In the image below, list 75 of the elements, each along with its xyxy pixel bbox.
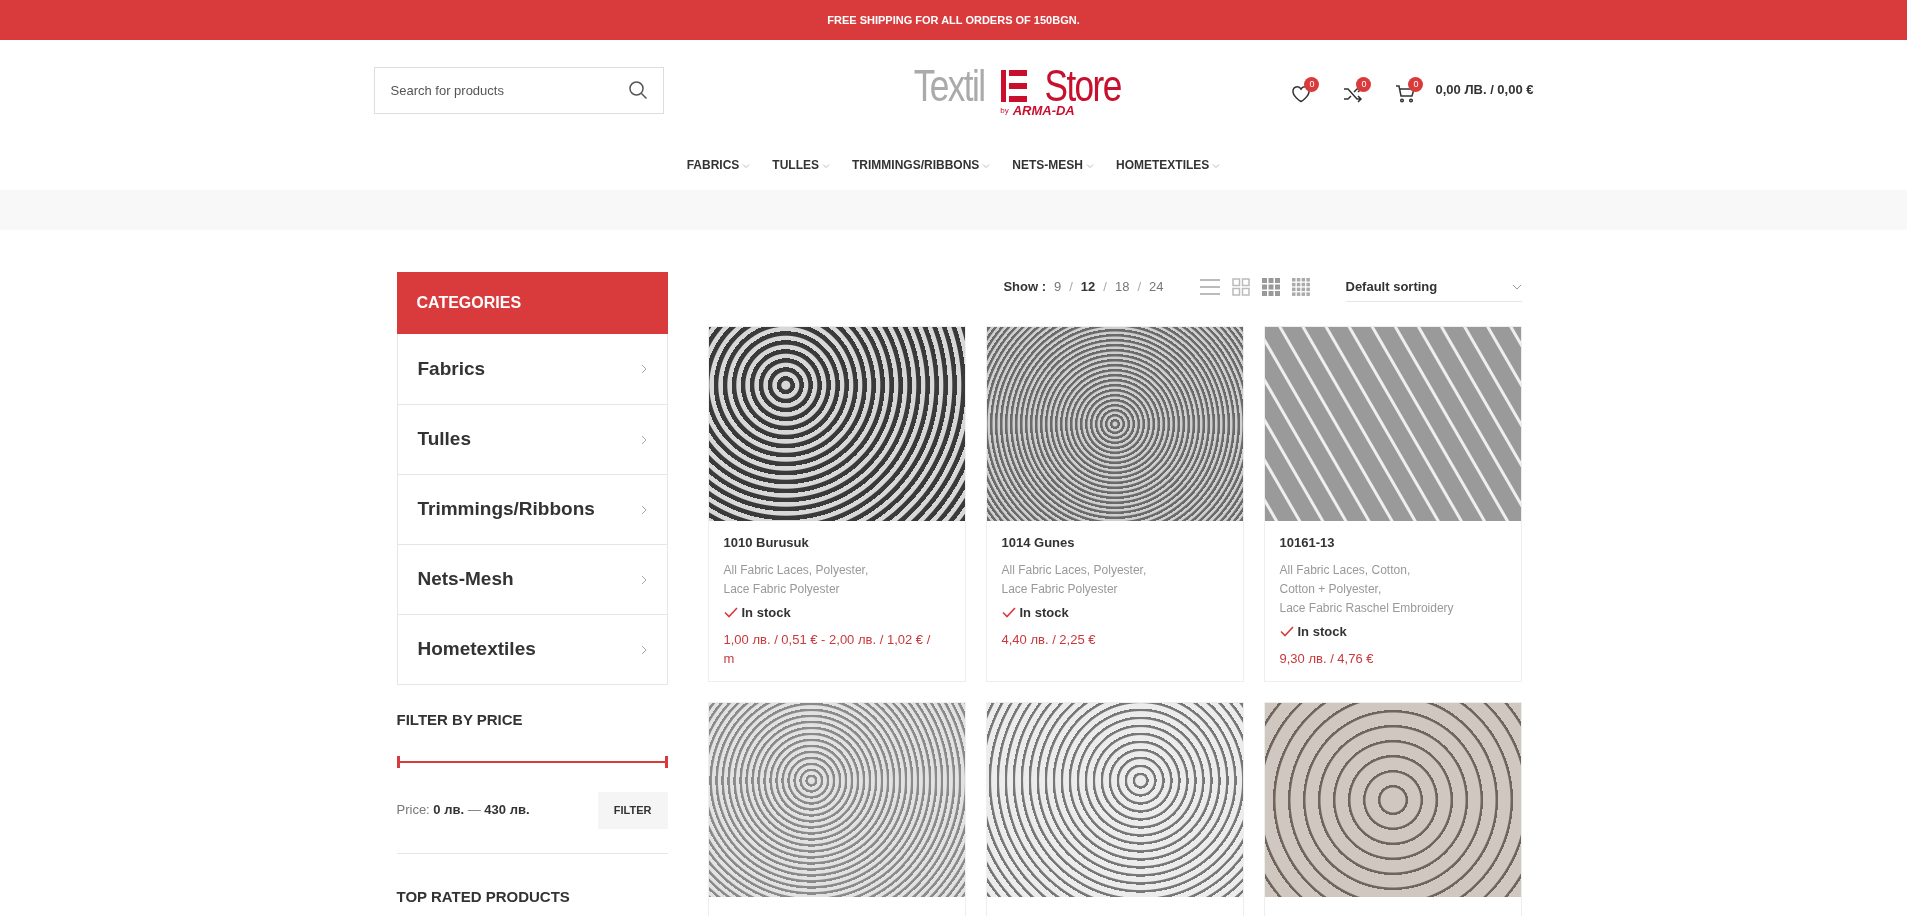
- count-badge: 0: [1304, 77, 1320, 92]
- chevron-down-icon: [742, 162, 751, 169]
- separator-text: /: [1137, 278, 1142, 297]
- nav-link[interactable]: TULLES: [772, 156, 830, 174]
- checkmark-icon: [1279, 625, 1294, 637]
- list-view-icon[interactable]: [1199, 278, 1220, 296]
- chevron-right-icon: [640, 574, 647, 585]
- cart-icon: [1395, 85, 1416, 103]
- checkmark-icon: [1001, 606, 1016, 618]
- grid-view-icon[interactable]: [1261, 278, 1280, 296]
- category-link[interactable]: Tulles: [397, 404, 667, 474]
- per-page-option[interactable]: 9: [1054, 277, 1062, 297]
- grid-view-icon[interactable]: [1291, 278, 1310, 296]
- logo-word: Textil: [913, 63, 985, 108]
- category-link[interactable]: Fabrics: [397, 334, 667, 404]
- filter-title: FILTER BY PRICE: [396, 710, 524, 730]
- product-categories: All Fabric Laces, Cotton, Cotton + Polyester, Lace Fabric Raschel Embroidery: [1279, 561, 1455, 617]
- stock-status: In stock: [741, 603, 791, 622]
- nav-link[interactable]: TRIMMINGS/RIBBONS: [852, 156, 991, 174]
- logo-mark-icon: [1001, 69, 1028, 102]
- product-price: 1,00 лв. / 0,51 € - 2,00 лв. / 1,02 € / m: [723, 631, 932, 668]
- grid-view-icon[interactable]: [1231, 278, 1250, 296]
- sorting-select[interactable]: Default sorting: [1345, 272, 1522, 302]
- chevron-down-icon: [1086, 162, 1094, 169]
- chevron-right-icon: [640, 364, 647, 374]
- product-categories: All Fabric Laces, Polyester, Lace Fabric Polyester: [1001, 561, 1148, 598]
- compare-button[interactable]: 0: [1343, 77, 1372, 103]
- product-price: 4,40 лв. / 2,25 €: [1001, 631, 1097, 649]
- fabric-photo-placeholder[interactable]: [986, 327, 1243, 521]
- checkmark-icon: [723, 606, 738, 618]
- chevron-right-icon: [640, 434, 647, 445]
- filter-button[interactable]: FILTER: [597, 791, 668, 829]
- count-badge: 0: [1408, 77, 1424, 92]
- separator-text: /: [1103, 278, 1107, 297]
- product-categories: All Fabric Laces, Polyester, Lace Fabric Polyester: [723, 561, 870, 598]
- nav-link[interactable]: FABRICS: [686, 156, 751, 174]
- wishlist-button[interactable]: 0: [1291, 77, 1320, 103]
- store-logo[interactable]: Textil Store by ARMA-DA: [904, 63, 1131, 117]
- chevron-right-icon: [640, 504, 647, 515]
- category-link[interactable]: Nets-Mesh: [397, 544, 667, 614]
- product-price: 9,30 лв. / 4,76 €: [1279, 650, 1375, 668]
- price-range-text: Price: 0 лв. — 430 лв.: [396, 801, 530, 820]
- nav-link[interactable]: HOMETEXTILES: [1116, 156, 1221, 174]
- cart-button[interactable]: 0 0,00 ЛВ. / 0,00 €: [1395, 77, 1534, 103]
- per-page-option[interactable]: 24: [1149, 277, 1164, 297]
- logo-by-text: by: [1000, 104, 1009, 117]
- show-label: Show :: [1003, 278, 1046, 297]
- count-badge: 0: [1356, 77, 1372, 92]
- heart-icon: [1291, 85, 1312, 103]
- per-page-option[interactable]: 12: [1080, 277, 1096, 297]
- slider-handle[interactable]: [396, 755, 400, 768]
- top-rated-title: TOP RATED PRODUCTS: [396, 886, 571, 907]
- product-title[interactable]: 1014 Gunes: [1001, 533, 1228, 553]
- product-title[interactable]: 10161-13: [1279, 533, 1506, 553]
- chevron-down-icon: [1511, 283, 1522, 290]
- product-title[interactable]: 1010 Burusuk: [723, 533, 950, 553]
- stock-status: In stock: [1297, 622, 1347, 641]
- search-icon[interactable]: [627, 79, 648, 100]
- chevron-down-icon: [1212, 162, 1221, 169]
- category-link[interactable]: Hometextiles: [397, 614, 667, 684]
- categories-title: CATEGORIES: [416, 293, 522, 313]
- chevron-down-icon: [822, 162, 830, 169]
- slider-handle[interactable]: [664, 755, 668, 768]
- shuffle-icon: [1343, 85, 1364, 103]
- separator-text: /: [1069, 278, 1073, 297]
- promo-text: FREE SHIPPING FOR ALL ORDERS OF 150BGN.: [827, 12, 1080, 28]
- stock-status: In stock: [1019, 603, 1069, 622]
- search-field[interactable]: Search for products: [373, 66, 664, 114]
- chevron-right-icon: [640, 644, 647, 655]
- per-page-option[interactable]: 18: [1114, 277, 1130, 297]
- fabric-photo-placeholder[interactable]: [708, 327, 965, 521]
- nav-link[interactable]: NETS-MESH: [1012, 156, 1094, 174]
- logo-brand-text: ARMA-DA: [1012, 103, 1075, 117]
- chevron-down-icon: [982, 162, 991, 169]
- category-link[interactable]: Trimmings/Ribbons: [397, 474, 667, 544]
